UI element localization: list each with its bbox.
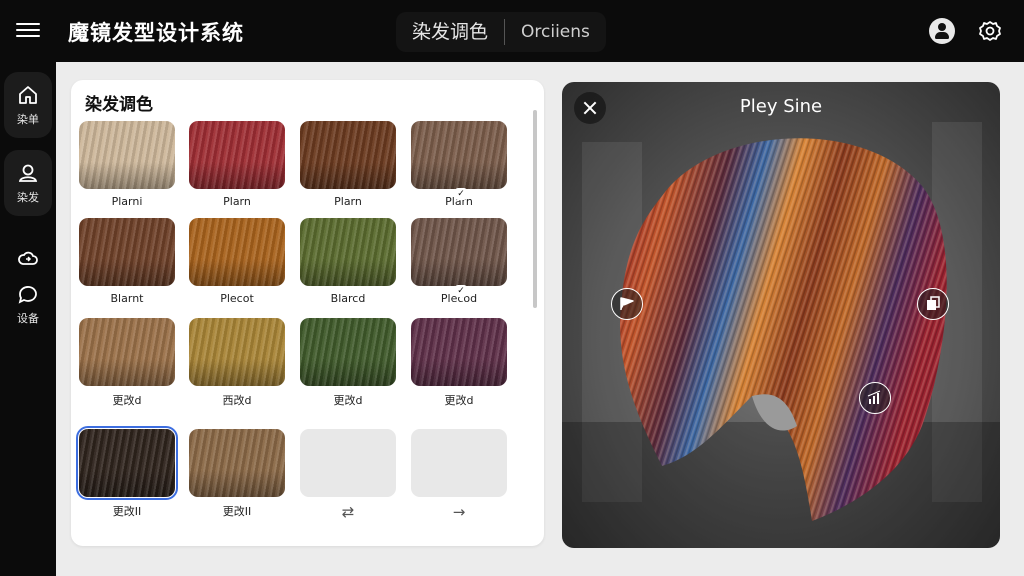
adjust-button[interactable] [859, 382, 891, 414]
gear-icon[interactable] [977, 18, 1003, 44]
color-swatch[interactable]: Blarcd [300, 218, 396, 305]
flag-button[interactable] [611, 288, 643, 320]
swatch-empty[interactable]: → [411, 429, 507, 521]
swatch-tile [300, 318, 396, 386]
scrollbar[interactable] [533, 110, 537, 308]
color-swatch[interactable]: 更改II [189, 429, 285, 519]
color-swatch[interactable]: Plarn [189, 121, 285, 208]
preview-title: Pley Sine [739, 96, 823, 117]
bars-icon [867, 390, 881, 404]
arrow-right-icon: → [452, 503, 466, 521]
sidebar: 染单 染发 设备 [0, 62, 56, 576]
swatch-tile [189, 429, 285, 497]
close-icon[interactable] [574, 92, 606, 124]
color-swatch[interactable]: ✓ Plarn [411, 121, 507, 208]
color-palette-panel: 染发调色 Plarni Plarn Plarn ✓ Plarn Blarnt Plecot B… [71, 80, 544, 546]
color-swatch[interactable]: 更改d [79, 318, 175, 408]
swatch-label: 更改d [333, 394, 363, 407]
swatch-label: Plarn [334, 195, 362, 208]
copy-button[interactable] [917, 288, 949, 320]
swatch-label: Blarnt [110, 292, 144, 305]
sidebar-item-label: 染单 [17, 113, 39, 126]
swatch-label: 更改d [112, 394, 142, 407]
swatch-empty[interactable]: ⇄ [300, 429, 396, 521]
panel-title: 染发调色 [85, 95, 153, 115]
swatch-tile [411, 318, 507, 386]
app-title: 魔镜发型设计系统 [68, 21, 244, 45]
hair-model-image [620, 138, 947, 522]
color-swatch[interactable]: 更改d [411, 318, 507, 408]
swatch-tile [189, 218, 285, 286]
swatch-tile [300, 121, 396, 189]
swatch-label: Plarni [111, 195, 143, 208]
swatch-label: Blarcd [330, 292, 366, 305]
sidebar-item-cloud[interactable] [4, 240, 52, 276]
chat-icon [18, 286, 37, 304]
tab-options[interactable]: Orciiens [505, 12, 606, 52]
check-icon: ✓ [455, 285, 467, 297]
sidebar-item-settings[interactable]: 设备 [4, 276, 52, 332]
sidebar-item-label: 设备 [17, 312, 39, 325]
sidebar-item-home[interactable]: 染单 [4, 72, 52, 138]
swatch-tile [411, 121, 507, 189]
sidebar-item-label: 染发 [17, 191, 39, 204]
person-icon [18, 164, 38, 182]
color-swatch[interactable]: ✓ Plecod [411, 218, 507, 305]
home-icon [19, 86, 37, 104]
swatch-tile [79, 121, 175, 189]
menu-icon[interactable] [16, 19, 40, 43]
shuffle-icon: ⇄ [341, 503, 355, 521]
swatch-tile [189, 121, 285, 189]
user-icon[interactable] [929, 18, 955, 44]
color-swatch[interactable]: 西改d [189, 318, 285, 408]
flag-icon [620, 297, 634, 310]
color-swatch[interactable]: 更改II [76, 426, 178, 519]
top-bar: 魔镜发型设计系统 染发调色 Orciiens [0, 0, 1024, 62]
swatch-label: 更改II [112, 505, 142, 518]
tab-bar: 染发调色 Orciiens [396, 12, 606, 52]
copy-icon [927, 296, 940, 310]
color-swatch[interactable]: Plecot [189, 218, 285, 305]
hair-preview: Pley Sine [562, 82, 1000, 548]
color-swatch[interactable]: Plarni [79, 121, 175, 208]
swatch-label: 更改II [222, 505, 252, 518]
color-swatch[interactable]: Plarn [300, 121, 396, 208]
swatch-label: Plarn [223, 195, 251, 208]
swatch-tile [300, 218, 396, 286]
swatch-tile [300, 429, 396, 497]
swatch-label: Plecot [220, 292, 254, 305]
color-swatch[interactable]: Blarnt [79, 218, 175, 305]
sidebar-item-hair-dye[interactable]: 染发 [4, 150, 52, 216]
cloud-icon [18, 251, 38, 265]
swatch-tile [79, 318, 175, 386]
swatch-tile [189, 318, 285, 386]
swatch-tile [76, 426, 178, 500]
tab-hair-color[interactable]: 染发调色 [396, 12, 504, 52]
color-swatch[interactable]: 更改d [300, 318, 396, 408]
swatch-tile [79, 218, 175, 286]
swatch-tile [411, 218, 507, 286]
swatch-label: 西改d [222, 394, 252, 407]
swatch-tile [411, 429, 507, 497]
swatch-label: 更改d [444, 394, 474, 407]
check-icon: ✓ [455, 188, 467, 200]
